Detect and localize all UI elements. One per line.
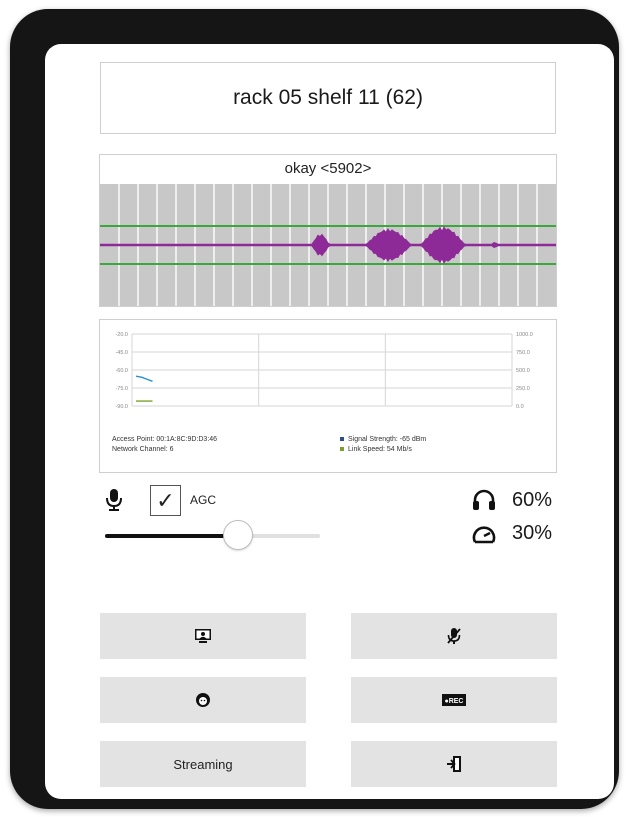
left-axis-tick: -75.0 [115, 386, 128, 392]
exit-button[interactable] [351, 741, 557, 787]
page-title: rack 05 shelf 11 (62) [100, 62, 556, 134]
headphones-icon [473, 489, 495, 510]
right-axis-tick: 0.0 [516, 404, 524, 410]
right-axis-tick: 1000.0 [516, 332, 533, 338]
tablet-frame: rack 05 shelf 11 (62) okay <5902> -20.0 1… [10, 9, 619, 809]
left-axis-tick: -45.0 [115, 350, 128, 356]
speedometer-icon [472, 526, 496, 544]
screen-share-icon [195, 629, 211, 643]
left-axis-tick: -60.0 [115, 368, 128, 374]
agc-label: AGC [190, 493, 217, 507]
slider-thumb[interactable] [223, 520, 254, 550]
agc-checkbox[interactable]: ✓ [150, 485, 181, 516]
waveform-panel: okay <5902> [99, 154, 557, 307]
network-panel: -20.0 1000.0 -45.0 750.0 -60.0 500.0 -75.0 250.… [99, 319, 557, 473]
waveform-display [100, 184, 556, 306]
microphone-muted-icon [447, 628, 461, 644]
link-legend-marker [340, 447, 344, 452]
link-speed-legend: Link Speed: 54 Mb/s [340, 445, 426, 455]
slider-fill [105, 534, 239, 538]
waveform-label: okay <5902> [284, 160, 372, 177]
signal-strength-legend: Signal Strength: -65 dBm [340, 435, 426, 445]
check-icon: ✓ [156, 487, 175, 513]
volume-value: 60% [512, 489, 553, 511]
streaming-button[interactable]: Streaming [100, 741, 306, 787]
app-screen: rack 05 shelf 11 (62) okay <5902> -20.0 1… [45, 44, 614, 799]
left-axis-tick: -20.0 [115, 332, 128, 338]
signal-legend-marker [340, 437, 344, 442]
screen-share-button[interactable] [100, 613, 306, 659]
mute-button[interactable] [351, 613, 557, 659]
signal-strength: Signal Strength: -65 dBm [348, 436, 427, 443]
right-axis-tick: 750.0 [516, 350, 530, 356]
right-axis-tick: 250.0 [516, 386, 530, 392]
operator-button[interactable] [100, 677, 306, 723]
access-point: Access Point: 00:1A:8C:9D:D3:46 [112, 436, 218, 443]
record-icon-text: ●REC [444, 698, 463, 705]
microphone-icon [106, 489, 122, 511]
page-title-text: rack 05 shelf 11 (62) [233, 86, 423, 109]
signal-strength-line [135, 375, 153, 382]
exit-door-icon [447, 756, 461, 772]
link-speed: Link Speed: 54 Mb/s [348, 446, 412, 453]
left-axis-tick: -90.0 [115, 404, 128, 410]
speed-value: 30% [512, 522, 553, 544]
record-icon: ●REC [442, 694, 466, 706]
right-axis-tick: 500.0 [516, 368, 530, 374]
network-channel: Network Channel: 6 [112, 446, 174, 453]
record-button[interactable]: ●REC [351, 677, 557, 723]
network-chart: -20.0 1000.0 -45.0 750.0 -60.0 500.0 -75.0 250.… [115, 332, 533, 410]
headset-operator-icon [196, 693, 210, 707]
mic-gain-slider[interactable] [105, 519, 320, 553]
